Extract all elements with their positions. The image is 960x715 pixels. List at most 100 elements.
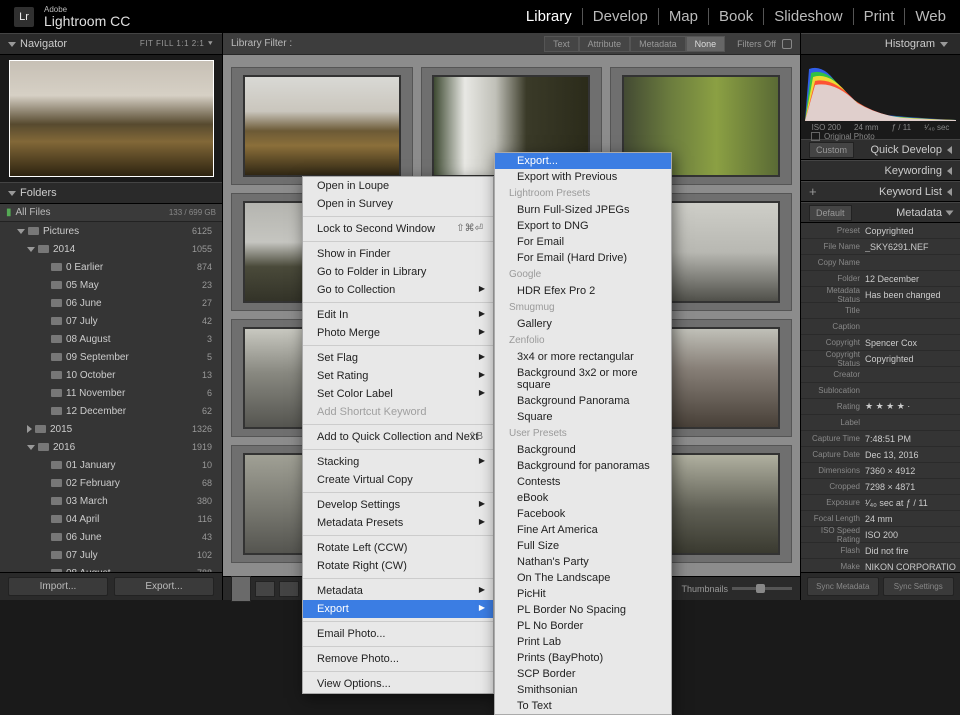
menu-item[interactable]: Fine Art America [495,522,671,538]
menu-item[interactable]: PL Border No Spacing [495,602,671,618]
folder-row[interactable]: 0 Earlier874 [0,258,222,276]
folder-row[interactable]: 08 August3 [0,330,222,348]
metadata-row[interactable]: Copyright StatusCopyrighted [801,351,960,367]
folder-row[interactable]: 20151326 [0,420,222,438]
menu-item[interactable]: Open in Survey [303,195,493,213]
quick-develop-select[interactable]: Custom [809,142,854,158]
folder-row[interactable]: 04 April116 [0,510,222,528]
thumbnail-size-slider[interactable] [732,587,792,590]
folder-row[interactable]: 07 July102 [0,546,222,564]
metadata-row[interactable]: Cropped7298 × 4871 [801,479,960,495]
grid-cell[interactable] [231,67,413,185]
export-submenu[interactable]: Export...Export with PreviousLightroom P… [494,152,672,715]
menu-item[interactable]: Remove Photo... [303,650,493,668]
folder-row[interactable]: 20161919 [0,438,222,456]
filters-off-label[interactable]: Filters Off [737,39,776,49]
menu-item[interactable]: Square [495,409,671,425]
metadata-row[interactable]: Rating★ ★ ★ ★ · [801,399,960,415]
menu-item[interactable]: To Text [495,698,671,714]
menu-item[interactable]: SCP Border [495,666,671,682]
menu-item[interactable]: Export [303,600,493,618]
filter-tab-text[interactable]: Text [544,36,579,52]
menu-item[interactable]: PL No Border [495,618,671,634]
folder-row[interactable]: 01 January10 [0,456,222,474]
menu-item[interactable]: View Options... [303,675,493,693]
menu-item[interactable]: For Email (Hard Drive) [495,250,671,266]
menu-item[interactable]: Gallery [495,316,671,332]
metadata-row[interactable]: Metadata StatusHas been changed [801,287,960,303]
menu-item[interactable]: Full Size [495,538,671,554]
menu-item[interactable]: HDR Efex Pro 2 [495,283,671,299]
sync-metadata-button[interactable]: Sync Metadata [807,577,879,596]
folder-tree[interactable]: Pictures6125201410550 Earlier87405 May23… [0,222,222,572]
menu-item[interactable]: Export with Previous [495,169,671,185]
folder-row[interactable]: 05 May23 [0,276,222,294]
module-slideshow[interactable]: Slideshow [764,8,853,25]
loupe-view-button[interactable] [255,581,275,597]
menu-item[interactable]: Go to Collection [303,281,493,299]
menu-item[interactable]: Nathan's Party [495,554,671,570]
metadata-row[interactable]: MakeNIKON CORPORATION [801,559,960,572]
all-files-row[interactable]: ▮ All Files 133 / 699 GB [0,204,222,222]
context-menu[interactable]: Open in LoupeOpen in SurveyLock to Secon… [302,176,494,694]
menu-item[interactable]: Background Panorama [495,393,671,409]
metadata-row[interactable]: Title [801,303,960,319]
menu-item[interactable]: Create Virtual Copy [303,471,493,489]
menu-item[interactable]: On The Landscape [495,570,671,586]
module-map[interactable]: Map [659,8,709,25]
metadata-row[interactable]: Creator [801,367,960,383]
histogram-body[interactable]: ISO 200 24 mm ƒ / 11 ¹⁄₄₀ sec Original P… [801,55,960,139]
menu-item[interactable]: Email Photo... [303,625,493,643]
folder-row[interactable]: 03 March380 [0,492,222,510]
menu-item[interactable]: Background for panoramas [495,458,671,474]
folder-row[interactable]: 06 June43 [0,528,222,546]
folder-row[interactable]: 02 February68 [0,474,222,492]
metadata-row[interactable]: Exposure¹⁄₄₀ sec at ƒ / 11 [801,495,960,511]
folder-row[interactable]: 11 November6 [0,384,222,402]
menu-item[interactable]: Metadata Presets [303,514,493,532]
keyword-list-header[interactable]: + Keyword List [801,181,960,202]
menu-item[interactable]: Lock to Second Window⇧⌘⏎ [303,220,493,238]
metadata-preset-select[interactable]: Default [809,205,852,221]
menu-item[interactable]: Photo Merge [303,324,493,342]
metadata-row[interactable]: Sublocation [801,383,960,399]
menu-item[interactable]: Export to DNG [495,218,671,234]
menu-item[interactable]: Contests [495,474,671,490]
module-library[interactable]: Library [516,8,583,25]
module-print[interactable]: Print [854,8,906,25]
menu-item[interactable]: Show in Finder [303,245,493,263]
folder-row[interactable]: 08 August788 [0,564,222,572]
compare-view-button[interactable] [279,581,299,597]
menu-item[interactable]: Edit In [303,306,493,324]
navigator-zoom-ratios[interactable]: FIT FILL 1:1 2:1 ⯆ [140,39,214,49]
import-button[interactable]: Import... [8,577,108,596]
folder-row[interactable]: 06 June27 [0,294,222,312]
menu-item[interactable]: Stacking [303,453,493,471]
keywording-header[interactable]: Keywording [801,160,960,181]
module-develop[interactable]: Develop [583,8,659,25]
metadata-row[interactable]: Preset Copyrighted [801,223,960,239]
menu-item[interactable]: Rotate Right (CW) [303,557,493,575]
menu-item[interactable]: Set Color Label [303,385,493,403]
filter-tab-metadata[interactable]: Metadata [630,36,686,52]
module-web[interactable]: Web [905,8,946,25]
folder-row[interactable]: 10 October13 [0,366,222,384]
folders-header[interactable]: Folders [0,182,222,204]
metadata-row[interactable]: Capture DateDec 13, 2016 [801,447,960,463]
navigator-preview[interactable] [0,55,222,182]
metadata-row[interactable]: Capture Time7:48:51 PM [801,431,960,447]
folder-row[interactable]: 12 December62 [0,402,222,420]
menu-item[interactable]: eBook [495,490,671,506]
filter-tab-attribute[interactable]: Attribute [579,36,631,52]
menu-item[interactable]: Export... [495,153,671,169]
menu-item[interactable]: Prints (BayPhoto) [495,650,671,666]
folder-row[interactable]: Pictures6125 [0,222,222,240]
menu-item[interactable]: Smithsonian [495,682,671,698]
metadata-row[interactable]: Caption [801,319,960,335]
histogram-header[interactable]: Histogram [801,33,960,55]
menu-item[interactable]: Burn Full-Sized JPEGs [495,202,671,218]
metadata-row[interactable]: Copy Name [801,255,960,271]
navigator-header[interactable]: Navigator FIT FILL 1:1 2:1 ⯆ [0,33,222,55]
grid-view-button[interactable] [231,576,251,602]
menu-item[interactable]: Go to Folder in Library [303,263,493,281]
